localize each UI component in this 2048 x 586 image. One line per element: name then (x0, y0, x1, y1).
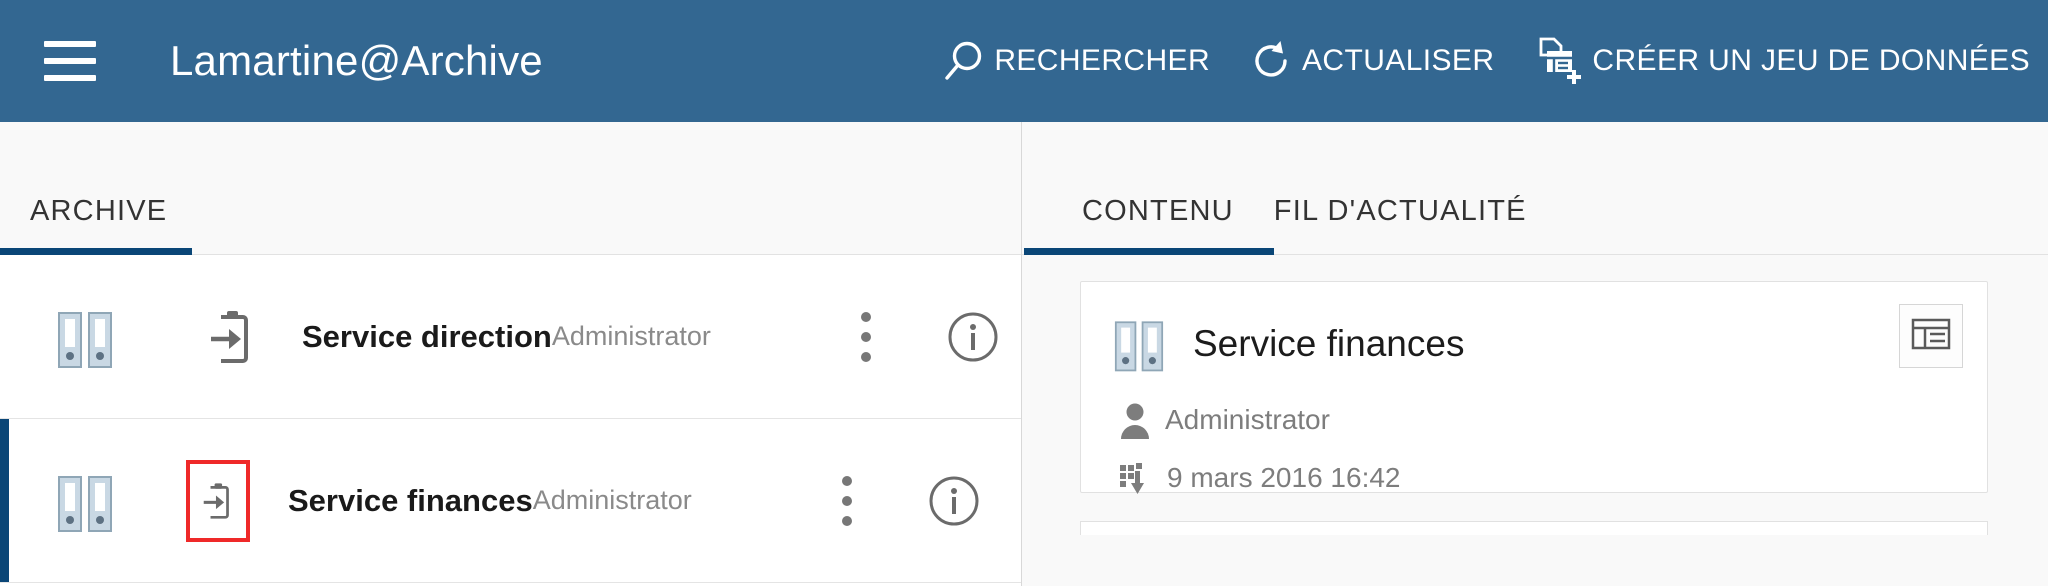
archive-rows: Service direction Administrator Service … (0, 255, 1021, 583)
table-row[interactable]: Service direction Administrator (0, 255, 1021, 419)
detail-tabbar: CONTENU FIL D'ACTUALITÉ (1022, 122, 2048, 255)
detail-card: Service finances Administrator 9 mars 20… (1080, 281, 1988, 495)
tab-fil-actualite-label: FIL D'ACTUALITÉ (1273, 195, 1527, 227)
tab-contenu-label: CONTENU (1082, 195, 1234, 227)
binders-icon (1111, 308, 1167, 379)
hamburger-bar (44, 75, 96, 81)
page-title: Lamartine@Archive (170, 37, 543, 84)
import-clipboard-icon[interactable] (186, 459, 250, 542)
search-button[interactable]: RECHERCHER (938, 35, 1210, 87)
table-row[interactable]: Service finances Administrator (0, 419, 1021, 583)
import-clipboard-icon (204, 309, 260, 365)
hamburger-bar (44, 58, 96, 64)
create-dataset-button-label: CRÉER UN JEU DE DONNÉES (1592, 44, 2030, 77)
kebab-dot (841, 475, 852, 486)
more-vertical-icon[interactable] (860, 307, 871, 367)
kebab-dot (841, 495, 852, 506)
row-title: Service direction (302, 318, 552, 354)
binders-icon (56, 461, 114, 540)
tab-fil-actualite[interactable]: FIL D'ACTUALITÉ (1274, 195, 1527, 254)
dataset-icon (1119, 461, 1153, 495)
application-window: Lamartine@Archive RECHERCHER ACTUALISER … (0, 0, 2048, 586)
header-actions: RECHERCHER ACTUALISER CRÉER UN JEU DE DO… (902, 32, 2048, 90)
info-circle-icon[interactable] (928, 475, 980, 527)
kebab-dot (860, 311, 871, 322)
refresh-button-label: ACTUALISER (1302, 44, 1495, 77)
row-title: Service finances (288, 482, 533, 518)
search-button-label: RECHERCHER (994, 44, 1211, 77)
user-icon (1119, 401, 1151, 439)
binders-icon (56, 297, 114, 376)
detail-card-title: Service finances (1193, 322, 1465, 364)
tab-archive-label: ARCHIVE (30, 195, 168, 227)
detail-card-next (1080, 521, 1988, 535)
kebab-dot (860, 331, 871, 342)
row-owner: Administrator (532, 485, 692, 515)
refresh-button[interactable]: ACTUALISER (1246, 35, 1494, 87)
kebab-dot (860, 351, 871, 362)
detail-panel: CONTENU FIL D'ACTUALITÉ Service finances… (1022, 122, 2048, 586)
archive-tabbar: ARCHIVE (0, 122, 1021, 255)
table-view-button[interactable] (1899, 304, 1963, 368)
create-dataset-button[interactable]: CRÉER UN JEU DE DONNÉES (1530, 32, 2030, 90)
detail-date: 9 mars 2016 16:42 (1119, 461, 1957, 495)
refresh-icon (1246, 35, 1298, 87)
app-header: Lamartine@Archive RECHERCHER ACTUALISER … (0, 0, 2048, 122)
detail-date-value: 9 mars 2016 16:42 (1167, 462, 1401, 493)
detail-owner: Administrator (1119, 401, 1957, 439)
search-icon (938, 35, 990, 87)
hamburger-bar (44, 41, 96, 47)
more-vertical-icon[interactable] (841, 471, 852, 531)
tab-contenu[interactable]: CONTENU (1024, 195, 1274, 255)
info-circle-icon[interactable] (947, 311, 999, 363)
main-content: ARCHIVE Service direction Administrator … (0, 122, 2048, 586)
row-owner: Administrator (551, 321, 711, 351)
create-dataset-icon (1530, 32, 1588, 90)
tab-archive[interactable]: ARCHIVE (0, 195, 192, 255)
detail-owner-value: Administrator (1165, 404, 1330, 435)
hamburger-icon[interactable] (44, 41, 96, 81)
table-view-icon (1911, 317, 1951, 356)
kebab-dot (841, 515, 852, 526)
archive-list-panel: ARCHIVE Service direction Administrator … (0, 122, 1022, 586)
detail-card-header: Service finances (1111, 308, 1957, 379)
